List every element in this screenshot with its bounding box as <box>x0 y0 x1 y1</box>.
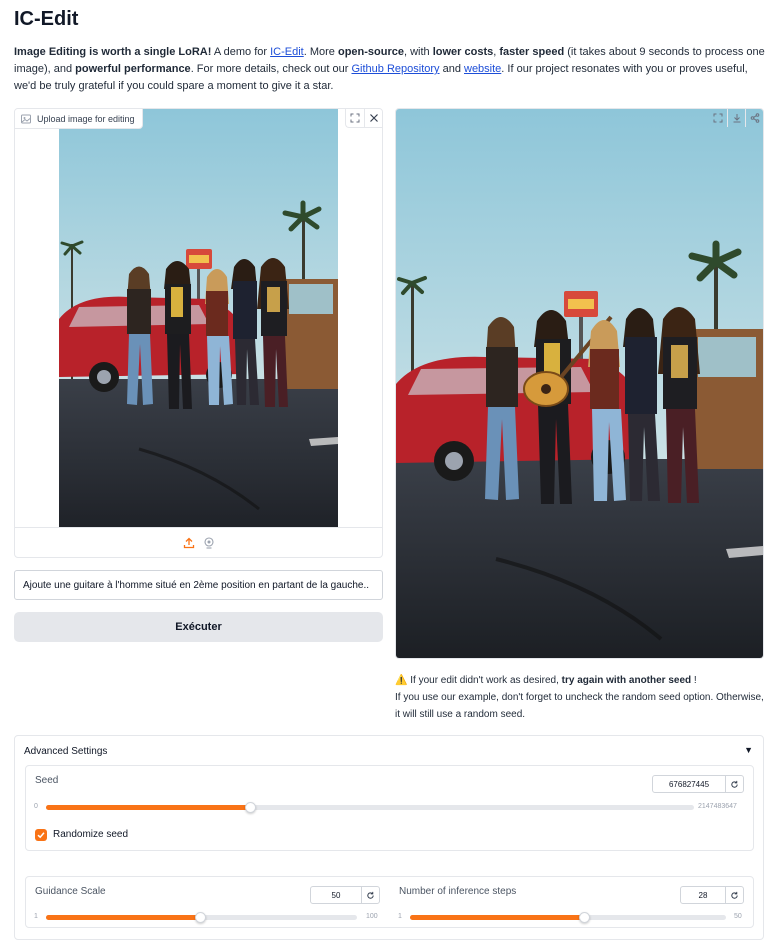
input-image-panel[interactable]: Upload image for editing <box>14 108 383 558</box>
seed-slider-thumb[interactable] <box>245 802 257 813</box>
note-text-part: ! <box>691 675 697 686</box>
seed-note-line1: ⚠️ If your edit didn't work as desired, … <box>395 672 767 689</box>
input-image <box>59 109 338 528</box>
seed-max: 2147483647 <box>698 803 737 810</box>
run-button[interactable]: Exécuter <box>14 612 383 642</box>
guidance-slider[interactable] <box>46 912 357 923</box>
steps-value[interactable]: 28 <box>681 891 725 900</box>
prompt-input[interactable]: Ajoute une guitare à l'homme situé en 2è… <box>14 570 383 600</box>
intro-text-part: and <box>439 63 464 75</box>
guidance-max: 100 <box>366 913 378 920</box>
intro-text: Image Editing is worth a single LoRA! A … <box>14 44 766 95</box>
steps-slider[interactable] <box>410 912 726 923</box>
reset-icon[interactable] <box>725 887 743 903</box>
note-text-part: If your edit didn't work as desired, <box>407 675 562 686</box>
output-image-panel <box>395 108 764 659</box>
reset-icon[interactable] <box>361 887 379 903</box>
download-icon[interactable] <box>727 109 745 127</box>
guidance-value[interactable]: 50 <box>311 891 361 900</box>
seed-note-line2: If you use our example, don't forget to … <box>395 692 764 720</box>
output-image <box>396 109 763 658</box>
image-icon <box>21 114 31 123</box>
reset-icon[interactable] <box>725 776 743 792</box>
output-toolbar <box>709 109 763 127</box>
seed-input[interactable]: 676827445 <box>652 775 744 793</box>
seed-block: Seed 676827445 0 2147483647 Randomize se… <box>25 765 754 851</box>
guidance-slider-thumb[interactable] <box>194 912 206 923</box>
guidance-label: Guidance Scale <box>35 886 106 897</box>
seed-value[interactable]: 676827445 <box>653 780 725 789</box>
input-source-bar <box>15 527 382 557</box>
intro-bold-part: faster speed <box>499 46 565 58</box>
share-icon[interactable] <box>745 109 763 127</box>
intro-text-part: , with <box>403 46 433 58</box>
collapse-caret-icon[interactable]: ▼ <box>744 745 753 755</box>
upload-icon[interactable] <box>183 537 195 549</box>
website-link[interactable]: website <box>464 63 501 75</box>
steps-slider-thumb[interactable] <box>579 912 591 923</box>
intro-bold-part: powerful performance <box>75 63 191 75</box>
guidance-min: 1 <box>34 913 38 920</box>
ic-edit-link[interactable]: IC-Edit <box>270 46 304 58</box>
seed-note: ⚠️ If your edit didn't work as desired, … <box>395 672 767 723</box>
seed-slider-fill <box>46 805 251 810</box>
advanced-settings: Advanced Settings ▼ Seed 676827445 0 214… <box>14 735 764 940</box>
upload-label-text: Upload image for editing <box>37 113 135 124</box>
input-toolbar <box>345 109 382 128</box>
webcam-icon[interactable] <box>203 536 215 549</box>
fullscreen-icon[interactable] <box>709 109 727 127</box>
guidance-slider-fill <box>46 915 200 920</box>
seed-slider[interactable] <box>46 802 694 813</box>
close-icon[interactable] <box>364 109 382 127</box>
note-bold-part: try again with another seed <box>561 675 692 686</box>
guidance-input[interactable]: 50 <box>310 886 380 904</box>
intro-headline: Image Editing is worth a single LoRA! <box>14 46 212 58</box>
intro-text-part: . For more details, check out our <box>190 63 352 75</box>
steps-label: Number of inference steps <box>399 886 517 897</box>
intro-text-part: A demo for <box>211 46 271 58</box>
randomize-seed-label[interactable]: Randomize seed <box>53 829 128 840</box>
guidance-steps-block: Guidance Scale 50 1 100 Number of infere… <box>25 876 754 928</box>
intro-bold-part: lower costs <box>432 46 494 58</box>
intro-text-part: . More <box>303 46 338 58</box>
steps-max: 50 <box>734 913 742 920</box>
check-icon <box>37 832 45 839</box>
fullscreen-icon[interactable] <box>346 109 364 127</box>
github-link[interactable]: Github Repository <box>351 63 439 75</box>
steps-slider-fill <box>410 915 585 920</box>
advanced-settings-title[interactable]: Advanced Settings <box>24 746 107 757</box>
upload-label: Upload image for editing <box>15 109 143 129</box>
seed-min: 0 <box>34 803 38 810</box>
intro-bold-part: open-source <box>337 46 404 58</box>
steps-min: 1 <box>398 913 402 920</box>
randomize-seed-checkbox[interactable] <box>35 829 47 841</box>
page-title: IC-Edit <box>14 8 79 30</box>
warning-icon: ⚠️ <box>395 675 408 686</box>
seed-label: Seed <box>35 775 59 786</box>
steps-input[interactable]: 28 <box>680 886 744 904</box>
